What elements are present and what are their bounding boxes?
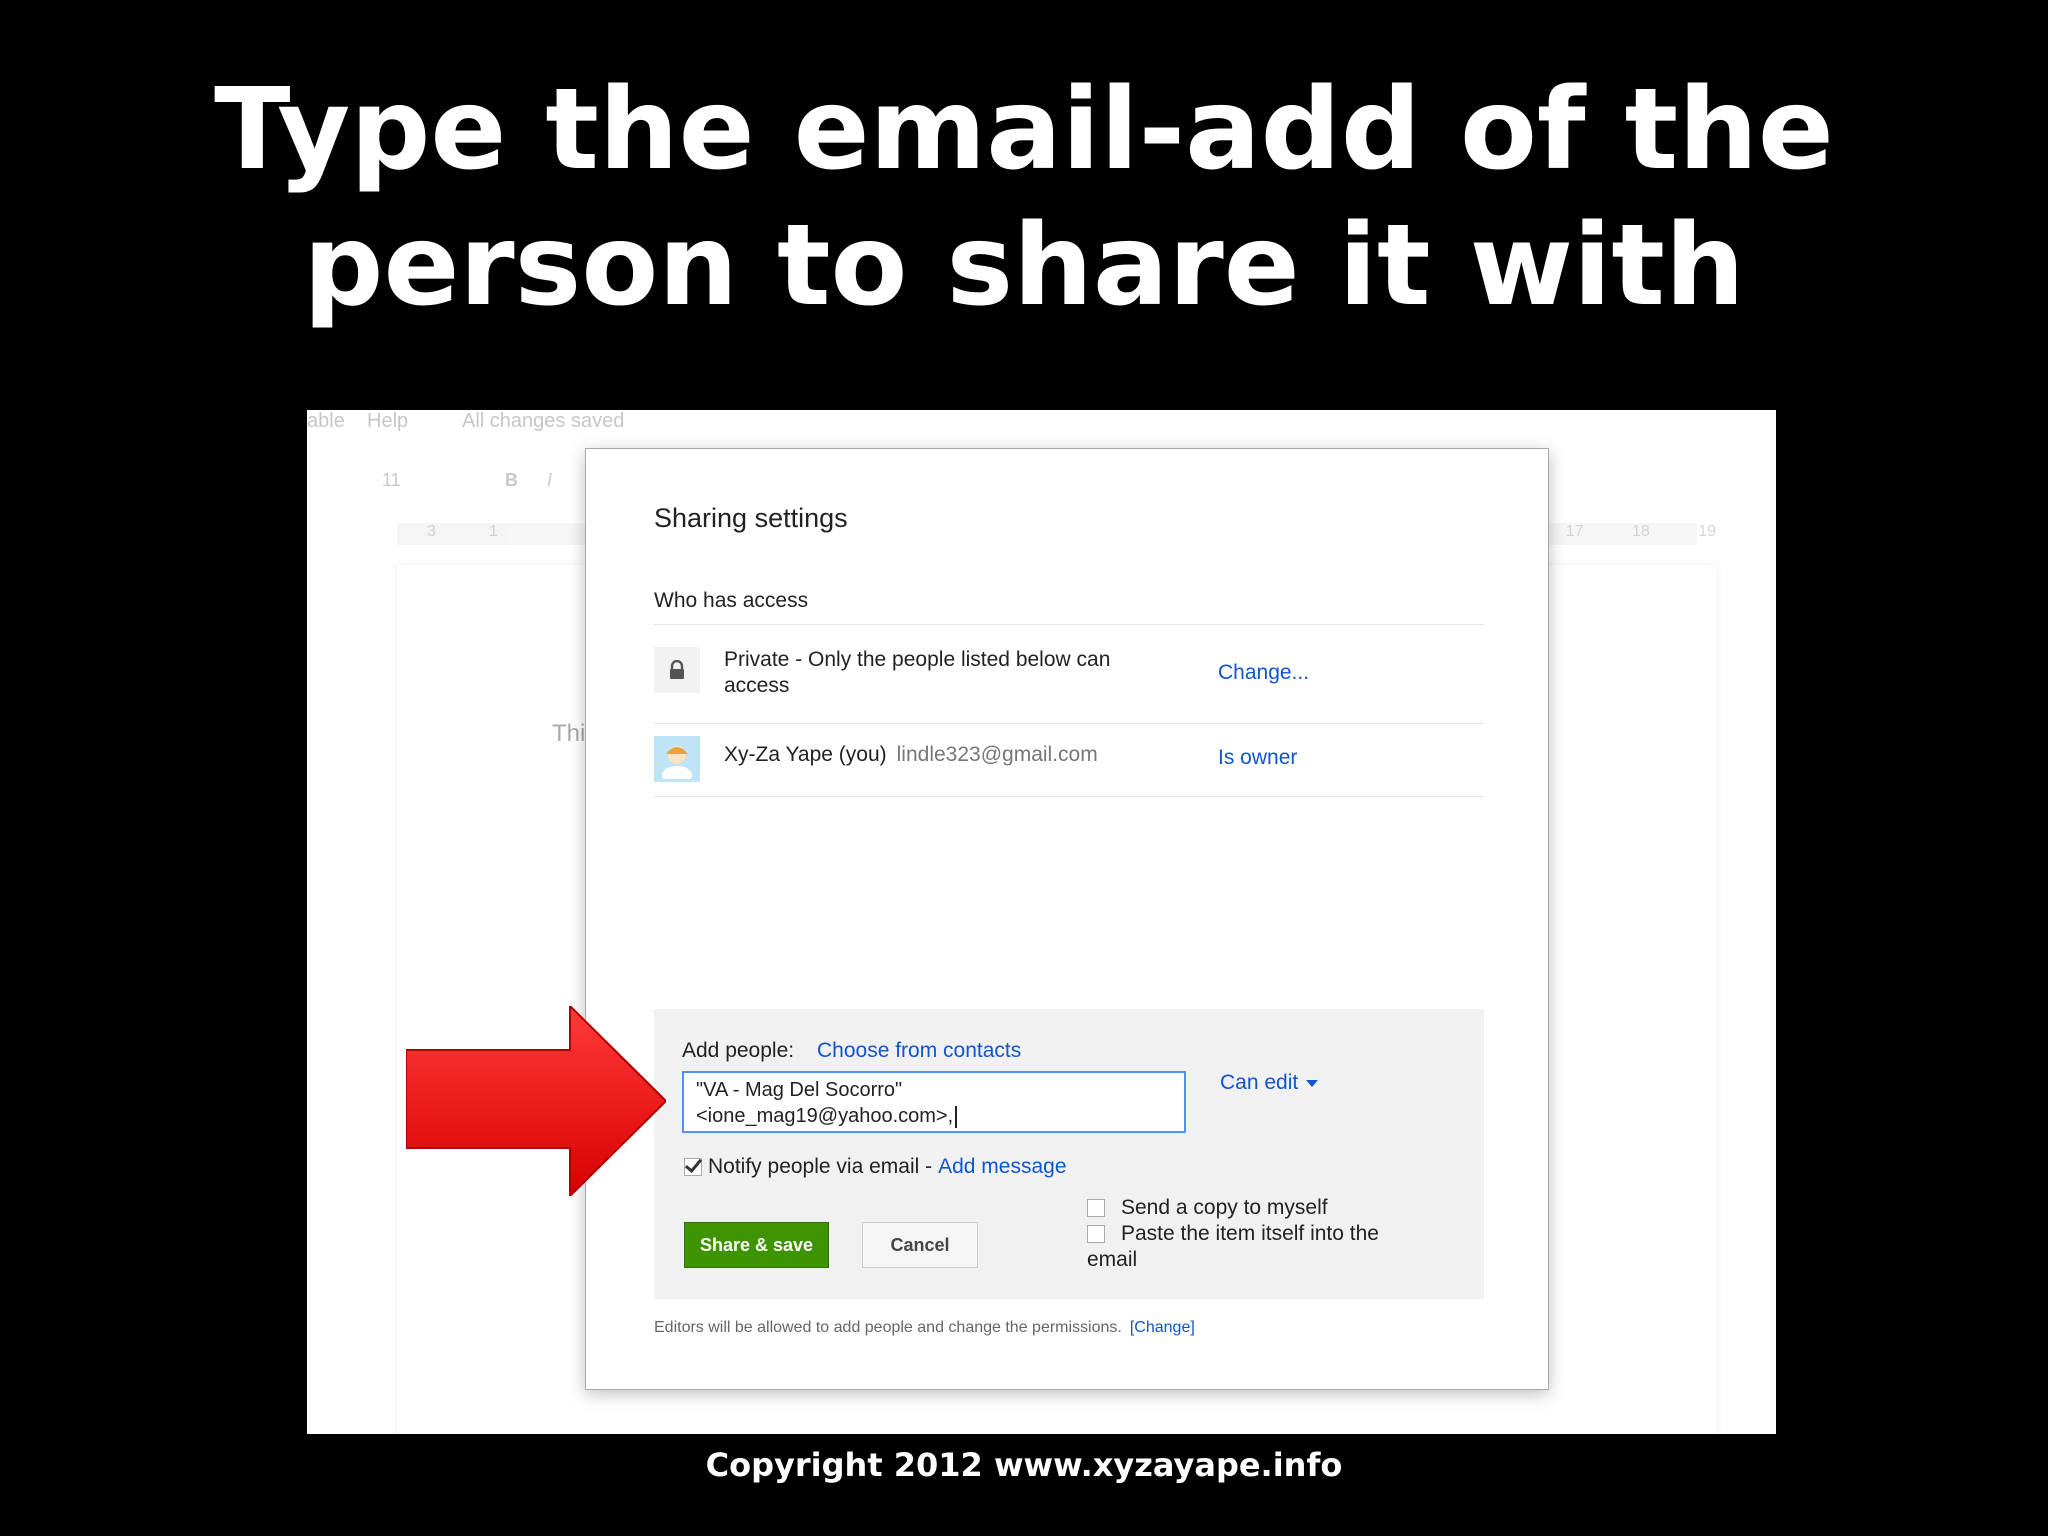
bg-ruler-number: 3	[427, 523, 436, 540]
notify-label: Notify people via email -	[708, 1155, 933, 1178]
background-ruler-numbers: 17 18 19	[1522, 523, 1716, 541]
add-people-input[interactable]: "VA - Mag Del Socorro" <ione_mag19@yahoo…	[682, 1071, 1186, 1133]
slide-title: Type the email-add of the person to shar…	[0, 62, 2048, 334]
chevron-down-icon	[1306, 1079, 1319, 1087]
add-people-label: Add people:	[682, 1039, 795, 1062]
input-line-email: <ione_mag19@yahoo.com>,	[696, 1105, 954, 1127]
copyright-text: Copyright 2012 www.xyzayape.info	[705, 1446, 1343, 1484]
bg-italic-button: I	[547, 470, 553, 490]
permission-dropdown[interactable]: Can edit	[1220, 1071, 1319, 1095]
access-private-text: Private - Only the people listed below c…	[724, 648, 1111, 697]
add-people-panel: Add people: Choose from contacts "VA - M…	[654, 1009, 1484, 1299]
bg-ruler-number: 17	[1565, 523, 1584, 540]
send-copy-checkbox[interactable]	[1087, 1199, 1105, 1217]
input-line-name: "VA - Mag Del Socorro"	[696, 1079, 903, 1101]
bg-ruler-number: 1	[489, 523, 498, 540]
owner-email: lindle323@gmail.com	[896, 743, 1098, 766]
sharing-settings-dialog: Sharing settings Who has access Private …	[585, 448, 1549, 1390]
avatar	[654, 736, 700, 782]
paste-item-option: Paste the item itself into the email	[1087, 1221, 1397, 1273]
cancel-button[interactable]: Cancel	[862, 1222, 978, 1268]
background-document-text: Thi	[552, 720, 586, 747]
bg-font-size: 11	[382, 470, 401, 490]
permission-value: Can edit	[1220, 1071, 1299, 1094]
text-cursor	[955, 1105, 958, 1128]
notify-option: Notify people via email - Add message	[684, 1155, 1067, 1179]
is-owner-label: Is owner	[1218, 746, 1298, 769]
change-access-link[interactable]: Change...	[1218, 661, 1309, 685]
who-has-access-label: Who has access	[654, 589, 809, 612]
red-arrow-icon	[406, 1006, 666, 1196]
access-row-private: Private - Only the people listed below c…	[654, 624, 1484, 723]
screenshot-panel: able Help All changes saved 11 B I 3 1 1…	[307, 410, 1776, 1434]
send-copy-label: Send a copy to myself	[1121, 1196, 1328, 1219]
notify-checkbox[interactable]	[684, 1158, 702, 1176]
permissions-footnote: Editors will be allowed to add people an…	[654, 1319, 1195, 1337]
share-and-save-button[interactable]: Share & save	[684, 1222, 829, 1268]
paste-item-checkbox[interactable]	[1087, 1225, 1105, 1243]
bg-ruler-number: 19	[1698, 523, 1716, 540]
paste-item-label: Paste the item itself into the email	[1087, 1222, 1379, 1271]
bg-menu-item-table: able	[307, 410, 345, 432]
add-message-link[interactable]: Add message	[938, 1155, 1066, 1179]
access-row-owner: Xy-Za Yape (you) lindle323@gmail.com Is o…	[654, 723, 1484, 797]
bg-bold-button: B	[505, 470, 518, 490]
lock-icon	[654, 647, 700, 693]
slide-title-line-1: Type the email-add of the	[214, 65, 1834, 195]
owner-text: Xy-Za Yape (you) lindle323@gmail.com	[724, 742, 1224, 768]
owner-name: Xy-Za Yape (you)	[724, 743, 887, 766]
send-copy-option: Send a copy to myself	[1087, 1195, 1328, 1221]
bg-save-status: All changes saved	[462, 410, 625, 432]
bg-ruler-number: 18	[1631, 523, 1650, 540]
choose-from-contacts-link[interactable]: Choose from contacts	[817, 1039, 1021, 1063]
bg-menu-item-help: Help	[367, 410, 409, 432]
change-permissions-link[interactable]: [Change]	[1130, 1319, 1195, 1336]
slide-title-line-2: person to share it with	[303, 201, 1745, 331]
footnote-text: Editors will be allowed to add people an…	[654, 1319, 1122, 1336]
dialog-title: Sharing settings	[654, 503, 848, 533]
